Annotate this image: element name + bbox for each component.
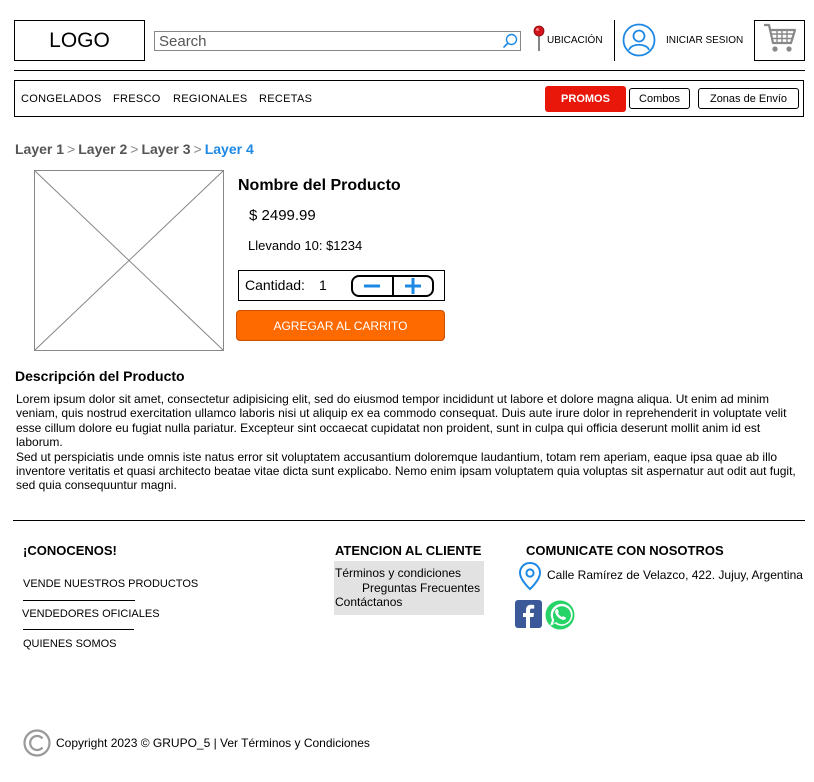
plus-icon xyxy=(404,278,421,294)
support-title: ATENCION AL CLIENTE xyxy=(335,543,482,558)
header-rule xyxy=(14,70,805,71)
search-icon[interactable] xyxy=(500,31,520,51)
about-link-who[interactable]: QUIENES SOMOS xyxy=(23,638,117,650)
nav-fresco[interactable]: FRESCO xyxy=(113,93,161,105)
faq-link[interactable]: Preguntas Frecuentes xyxy=(334,581,484,596)
about-title: ¡CONOCENOS! xyxy=(23,543,117,558)
facebook-icon[interactable] xyxy=(515,600,542,633)
combos-button[interactable]: Combos xyxy=(629,88,690,109)
login-link[interactable]: INICIAR SESION xyxy=(666,35,743,46)
contact-link[interactable]: Contáctanos xyxy=(334,595,484,610)
header-divider xyxy=(614,20,615,61)
copyright-text: Copyright 2023 © GRUPO_5 | Ver Términos … xyxy=(56,736,370,750)
address-pin-icon xyxy=(518,561,542,596)
about-link-sell[interactable]: VENDE NUESTROS PRODUCTOS xyxy=(23,578,198,590)
bulk-offer: Llevando 10: $1234 xyxy=(248,238,363,253)
decrease-button[interactable] xyxy=(353,277,394,295)
breadcrumb-separator: > xyxy=(67,141,76,157)
copyright-icon xyxy=(23,729,51,762)
breadcrumb-current: Layer 4 xyxy=(204,141,254,157)
quantity-stepper xyxy=(351,275,434,297)
nav-recetas[interactable]: RECETAS xyxy=(259,93,312,105)
category-nav: CONGELADOS FRESCO REGIONALES RECETAS PRO… xyxy=(14,80,804,117)
link-divider xyxy=(23,629,134,630)
minus-icon xyxy=(364,284,381,288)
location-pin-icon[interactable] xyxy=(533,25,545,56)
whatsapp-icon[interactable] xyxy=(544,599,576,636)
breadcrumb-item[interactable]: Layer 3 xyxy=(141,141,190,157)
quantity-value: 1 xyxy=(319,277,327,293)
contact-title: COMUNICATE CON NOSOTROS xyxy=(526,543,724,558)
quantity-label: Cantidad: xyxy=(245,277,305,293)
nav-regionales[interactable]: REGIONALES xyxy=(173,93,248,105)
nav-congelados[interactable]: CONGELADOS xyxy=(21,93,102,105)
add-to-cart-button[interactable]: AGREGAR AL CARRITO xyxy=(236,310,445,341)
support-links: Términos y condiciones Preguntas Frecuen… xyxy=(334,561,484,615)
user-icon[interactable] xyxy=(622,23,656,62)
product-image-placeholder xyxy=(34,170,224,351)
about-link-sellers[interactable]: VENDEDORES OFICIALES xyxy=(22,608,160,620)
breadcrumb-separator: > xyxy=(193,141,202,157)
link-divider xyxy=(23,600,135,601)
product-price: $ 2499.99 xyxy=(249,207,316,224)
footer-rule xyxy=(13,520,805,521)
breadcrumb-item[interactable]: Layer 1 xyxy=(15,141,64,157)
description-paragraph: Sed ut perspiciatis unde omnis iste natu… xyxy=(16,449,796,493)
breadcrumb-separator: > xyxy=(130,141,139,157)
search-bar xyxy=(154,31,521,51)
breadcrumb-item[interactable]: Layer 2 xyxy=(78,141,127,157)
cart-button[interactable] xyxy=(754,20,805,61)
location-label[interactable]: UBICACIÓN xyxy=(547,35,603,46)
description-title: Descripción del Producto xyxy=(15,368,185,384)
search-input[interactable] xyxy=(155,32,500,50)
quantity-selector: Cantidad: 1 xyxy=(238,270,445,301)
product-name: Nombre del Producto xyxy=(238,177,401,194)
logo[interactable]: LOGO xyxy=(14,20,145,61)
address-text: Calle Ramírez de Velazco, 422. Jujuy, Ar… xyxy=(547,568,803,582)
description-paragraph: Lorem ipsum dolor sit amet, consectetur … xyxy=(16,392,787,450)
terms-link[interactable]: Términos y condiciones xyxy=(334,561,484,581)
breadcrumb: Layer 1 > Layer 2 > Layer 3 > Layer 4 xyxy=(15,141,254,157)
description-text: Lorem ipsum dolor sit amet, consectetur … xyxy=(16,392,796,493)
cart-icon xyxy=(762,21,798,60)
promos-button[interactable]: PROMOS xyxy=(545,86,626,112)
increase-button[interactable] xyxy=(394,277,433,295)
shipping-zones-button[interactable]: Zonas de Envío xyxy=(698,88,799,109)
